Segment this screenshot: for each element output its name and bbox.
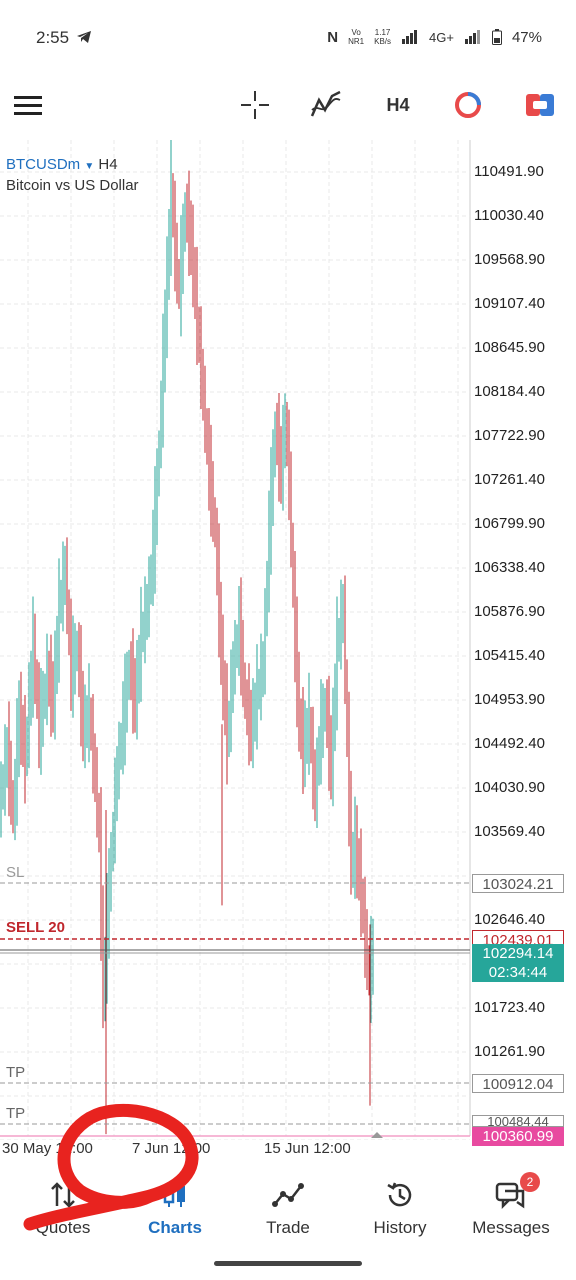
tp-label-1: TP <box>6 1064 26 1081</box>
battery-icon <box>491 29 502 45</box>
status-indicators: N Vo NR1 1.17 KB/s 4G+ 47% <box>327 28 542 46</box>
nfc-icon: N <box>327 28 339 46</box>
volte-icon: Vo NR1 <box>348 28 365 46</box>
network-speed: 1.17 KB/s <box>374 28 392 46</box>
telegram-icon <box>77 31 91 43</box>
indicators-icon <box>310 90 341 117</box>
timeframe-button[interactable]: H4 <box>382 88 414 122</box>
signal-icon <box>402 30 418 44</box>
price-level-label: 104953.90 <box>474 691 545 708</box>
home-indicator <box>214 1261 362 1266</box>
price-level-label: 107261.40 <box>474 471 545 488</box>
sell-order-label[interactable]: SELL 20 <box>6 919 65 936</box>
price-level-label: 110491.90 <box>474 163 544 180</box>
price-chart[interactable] <box>0 140 576 1140</box>
red-marker-annotation <box>23 1103 199 1231</box>
timeframe-label: H4 <box>386 94 410 115</box>
price-level-label: 109107.40 <box>474 295 545 312</box>
chart-toolbar: H4 <box>0 76 576 134</box>
price-level-label: 108184.40 <box>474 383 545 400</box>
price-level-label: 107722.90 <box>474 427 545 444</box>
price-level-label: 110030.40 <box>474 207 544 224</box>
sl-label: SL <box>6 864 25 881</box>
price-level-label: 104492.40 <box>474 735 545 752</box>
network-type: 4G+ <box>429 29 454 45</box>
nav-history[interactable]: History <box>345 1172 455 1242</box>
one-click-trading-button[interactable] <box>524 88 556 122</box>
symbol-description: Bitcoin vs US Dollar <box>6 177 139 194</box>
crosshair-button[interactable] <box>238 88 272 122</box>
price-level-label: 108645.90 <box>474 339 545 356</box>
chart-area[interactable]: BTCUSDm ▼ H4 Bitcoin vs US Dollar 110491… <box>0 140 576 1157</box>
price-level-label: 105876.90 <box>474 603 545 620</box>
status-time: 2:55 <box>36 28 70 47</box>
price-level-label: 105415.40 <box>474 647 545 664</box>
nav-messages[interactable]: 2 Messages <box>456 1172 566 1242</box>
ask-price-tag: 100360.99 <box>472 1127 564 1146</box>
hamburger-icon <box>14 96 42 115</box>
chart-shift-marker <box>371 1132 383 1138</box>
indicators-button[interactable] <box>308 88 344 122</box>
sl-price-tag: 103024.21 <box>472 874 564 893</box>
menu-button[interactable] <box>12 88 44 122</box>
objects-icon <box>455 92 481 118</box>
nav-trade[interactable]: Trade <box>233 1172 343 1242</box>
price-level-label: 103569.40 <box>474 823 545 840</box>
symbol-selector[interactable]: BTCUSDm ▼ H4 <box>6 156 118 173</box>
price-level-label: 106799.90 <box>474 515 545 532</box>
time-label-3: 15 Jun 12:00 <box>264 1140 351 1157</box>
price-level-label: 101723.40 <box>474 999 545 1016</box>
price-level-label: 102646.40 <box>474 911 545 928</box>
objects-button[interactable] <box>452 88 484 122</box>
bid-price-tag: 102294.14 02:34:44 <box>472 944 564 982</box>
one-click-trading-icon <box>526 94 554 116</box>
crosshair-icon <box>241 91 269 119</box>
bar-timer: 02:34:44 <box>488 964 548 981</box>
signal-icon-2 <box>464 30 480 44</box>
status-bar: 2:55 N Vo NR1 1.17 KB/s 4G+ 47% <box>0 0 576 76</box>
price-level-label: 106338.40 <box>474 559 545 576</box>
tp-price-tag-2: 100484.44 <box>472 1115 564 1127</box>
trade-icon <box>272 1183 304 1207</box>
battery-level: 47% <box>511 28 542 46</box>
messages-badge: 2 <box>520 1172 540 1192</box>
price-level-label: 109568.90 <box>474 251 545 268</box>
history-icon <box>387 1182 412 1207</box>
price-level-label: 101261.90 <box>474 1043 545 1060</box>
tp-price-tag-1: 100912.04 <box>472 1074 564 1093</box>
price-level-label: 104030.90 <box>474 779 545 796</box>
